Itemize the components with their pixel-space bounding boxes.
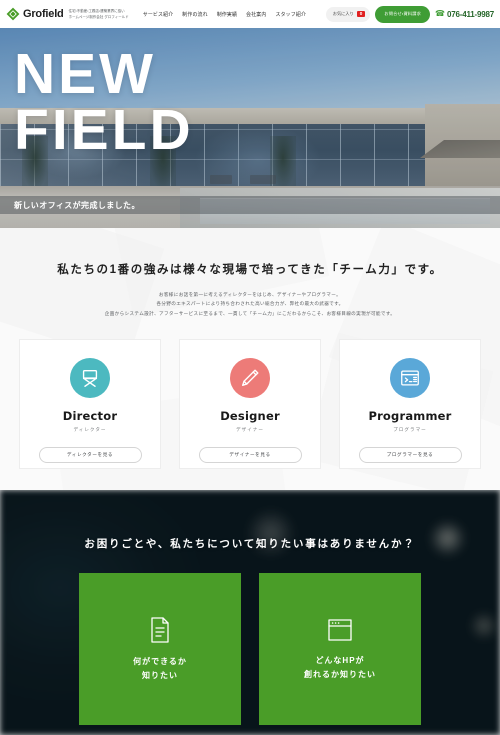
- phone-number: 076-411-9987: [447, 9, 494, 19]
- panel-what-hp-we-build[interactable]: どんなHPが 創れるか知りたい: [259, 573, 421, 725]
- role-cards: Director ディレクター ディレクターを見る Designer デザイナー…: [0, 339, 500, 470]
- director-view-button[interactable]: ディレクターを見る: [38, 447, 142, 464]
- nav-works[interactable]: 制作実績: [217, 11, 237, 18]
- contact-title: お困りごとや、私たちについて知りたい事はありませんか？: [84, 538, 416, 550]
- favorites-button[interactable]: お気に入り 0: [325, 6, 371, 22]
- director-chair-icon: [70, 358, 110, 399]
- designer-view-button[interactable]: デザイナーを見る: [198, 447, 302, 464]
- panel-label-what-we-can-do: 何ができるか 知りたい: [133, 655, 187, 681]
- pencil-icon: [230, 358, 270, 399]
- hero-title-line1: NEW: [14, 42, 156, 106]
- brand-logo[interactable]: Grofield: [6, 7, 64, 21]
- hero-caption: 新しいオフィスが完成しました。: [14, 200, 140, 210]
- panel-line2-what-hp-we-build: 創れるか知りたい: [304, 669, 376, 679]
- main-navigation: サービス紹介 制作の流れ 制作実績 会社案内 スタッフ紹介: [143, 11, 306, 18]
- hero-section: NEW FIELD 新しいオフィスが完成しました。: [0, 28, 500, 228]
- panel-line1-what-we-can-do: 何ができるか: [133, 657, 187, 667]
- programmer-view-button[interactable]: プログラマーを見る: [358, 447, 462, 464]
- hero-caption-bar: 新しいオフィスが完成しました。: [0, 196, 500, 214]
- nav-flow[interactable]: 制作の流れ: [182, 11, 207, 18]
- brand-name: Grofield: [23, 7, 64, 20]
- strength-section: 私たちの1番の強みは様々な現場で培ってきた「チーム力」です。 お客様にお話を第一…: [0, 228, 500, 490]
- panel-line1-what-hp-we-build: どんなHPが: [315, 656, 365, 666]
- panel-what-we-can-do[interactable]: 何ができるか 知りたい: [79, 573, 241, 725]
- favorites-count-badge: 0: [356, 10, 366, 18]
- role-title-director: Director: [62, 409, 118, 424]
- document-icon: [148, 616, 172, 644]
- role-card-programmer[interactable]: Programmer プログラマー プログラマーを見る: [339, 339, 481, 470]
- role-title-programmer: Programmer: [368, 409, 452, 424]
- header-phone[interactable]: ☎ 076-411-9987: [435, 10, 494, 19]
- diamond-g-logo-icon: [6, 7, 20, 21]
- role-subtitle-director: ディレクター: [73, 427, 107, 433]
- role-card-designer[interactable]: Designer デザイナー デザイナーを見る: [179, 339, 321, 470]
- hero-title: NEW FIELD: [14, 46, 194, 163]
- brand-tagline-line2: ホームページ制作会社 グロフィールド: [68, 14, 129, 19]
- role-subtitle-programmer: プログラマー: [393, 427, 427, 433]
- contact-section: お困りごとや、私たちについて知りたい事はありませんか？ 何ができるか 知りたい: [0, 490, 500, 735]
- nav-service[interactable]: サービス紹介: [143, 11, 174, 18]
- strength-title: 私たちの1番の強みは様々な現場で培ってきた「チーム力」です。: [57, 264, 443, 276]
- hero-title-line2: FIELD: [14, 98, 194, 163]
- site-header: Grofield 住宅・不動産・工務店・建築業界に強い ホームページ制作会社 グ…: [0, 0, 500, 28]
- code-window-icon: [390, 358, 430, 399]
- panel-label-what-hp-we-build: どんなHPが 創れるか知りたい: [304, 654, 376, 680]
- contact-cta-button[interactable]: お問合せ・資料請求: [375, 5, 431, 23]
- role-subtitle-designer: デザイナー: [236, 427, 264, 433]
- strength-paragraph-line1: お客様にお話を第一に考えるディレクターをはじめ、デザイナーやプログラマー。: [158, 292, 342, 297]
- header-actions: お気に入り 0 お問合せ・資料請求 ☎ 076-411-9987: [325, 5, 494, 23]
- brand-tagline-line1: 住宅・不動産・工務店・建築業界に強い: [68, 9, 125, 14]
- contact-panels: 何ができるか 知りたい どんなHPが 創れるか知りたい: [0, 573, 500, 725]
- panel-line2-what-we-can-do: 知りたい: [142, 670, 178, 680]
- role-card-director[interactable]: Director ディレクター ディレクターを見る: [19, 339, 161, 470]
- favorites-label: お気に入り: [332, 11, 354, 16]
- role-title-designer: Designer: [220, 409, 280, 424]
- nav-company[interactable]: 会社案内: [246, 11, 266, 18]
- brand-tagline: 住宅・不動産・工務店・建築業界に強い ホームページ制作会社 グロフィールド: [69, 9, 129, 19]
- phone-icon: ☎: [435, 9, 446, 18]
- strength-paragraph-line2: 各分野のエキスパートにより持ち合わされた高い総合力が、弊社の最大の武器です。: [156, 301, 344, 307]
- strength-paragraph: お客様にお話を第一に考えるディレクターをはじめ、デザイナーやプログラマー。 各分…: [0, 290, 500, 318]
- nav-staff[interactable]: スタッフ紹介: [276, 11, 307, 18]
- browser-window-icon: [326, 617, 354, 643]
- strength-paragraph-line3: 企画からシステム設計、アフターサービスに至るまで、一貫して「チーム力」にこだわる…: [104, 310, 396, 316]
